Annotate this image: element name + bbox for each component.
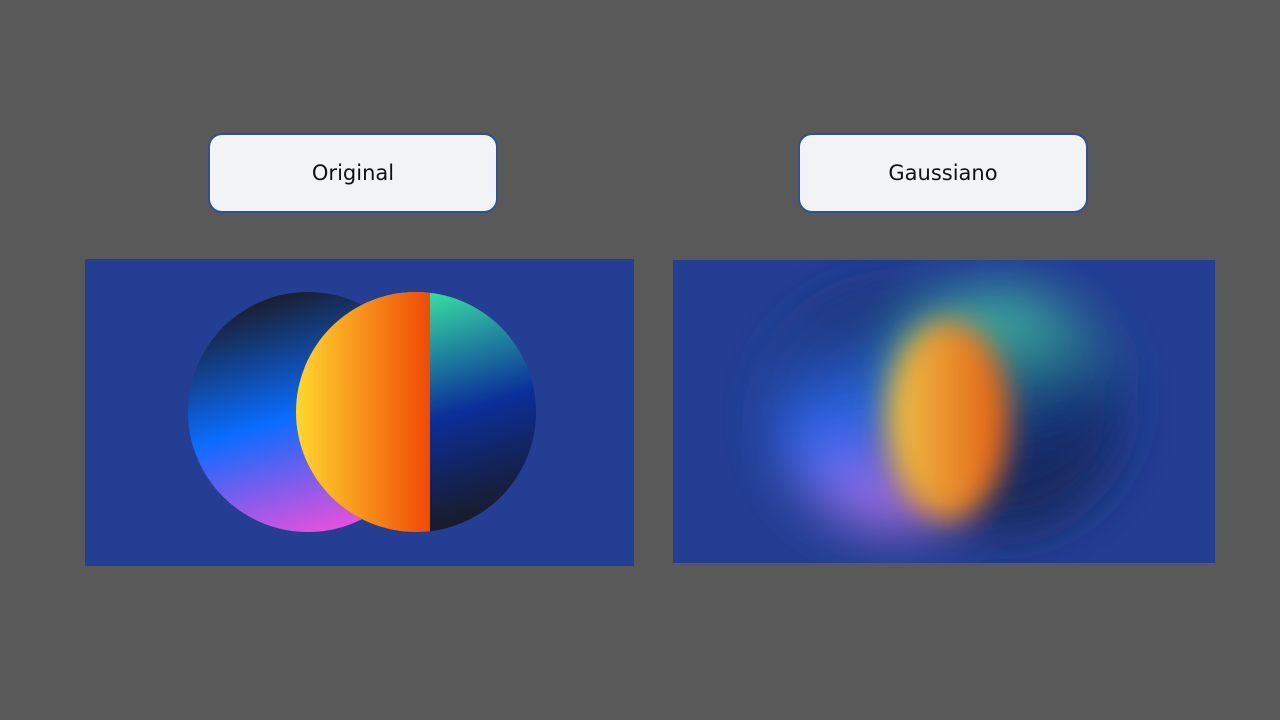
gaussian-label: Gaussiano — [888, 161, 998, 185]
original-label: Original — [311, 161, 395, 185]
original-label-box: Original — [208, 133, 498, 213]
gaussian-image-panel — [673, 260, 1215, 563]
original-image-panel — [85, 259, 634, 566]
gaussian-label-box: Gaussiano — [798, 133, 1088, 213]
gaussian-image — [774, 293, 1122, 529]
original-image — [188, 292, 536, 532]
blurred-overlap — [886, 320, 1010, 520]
